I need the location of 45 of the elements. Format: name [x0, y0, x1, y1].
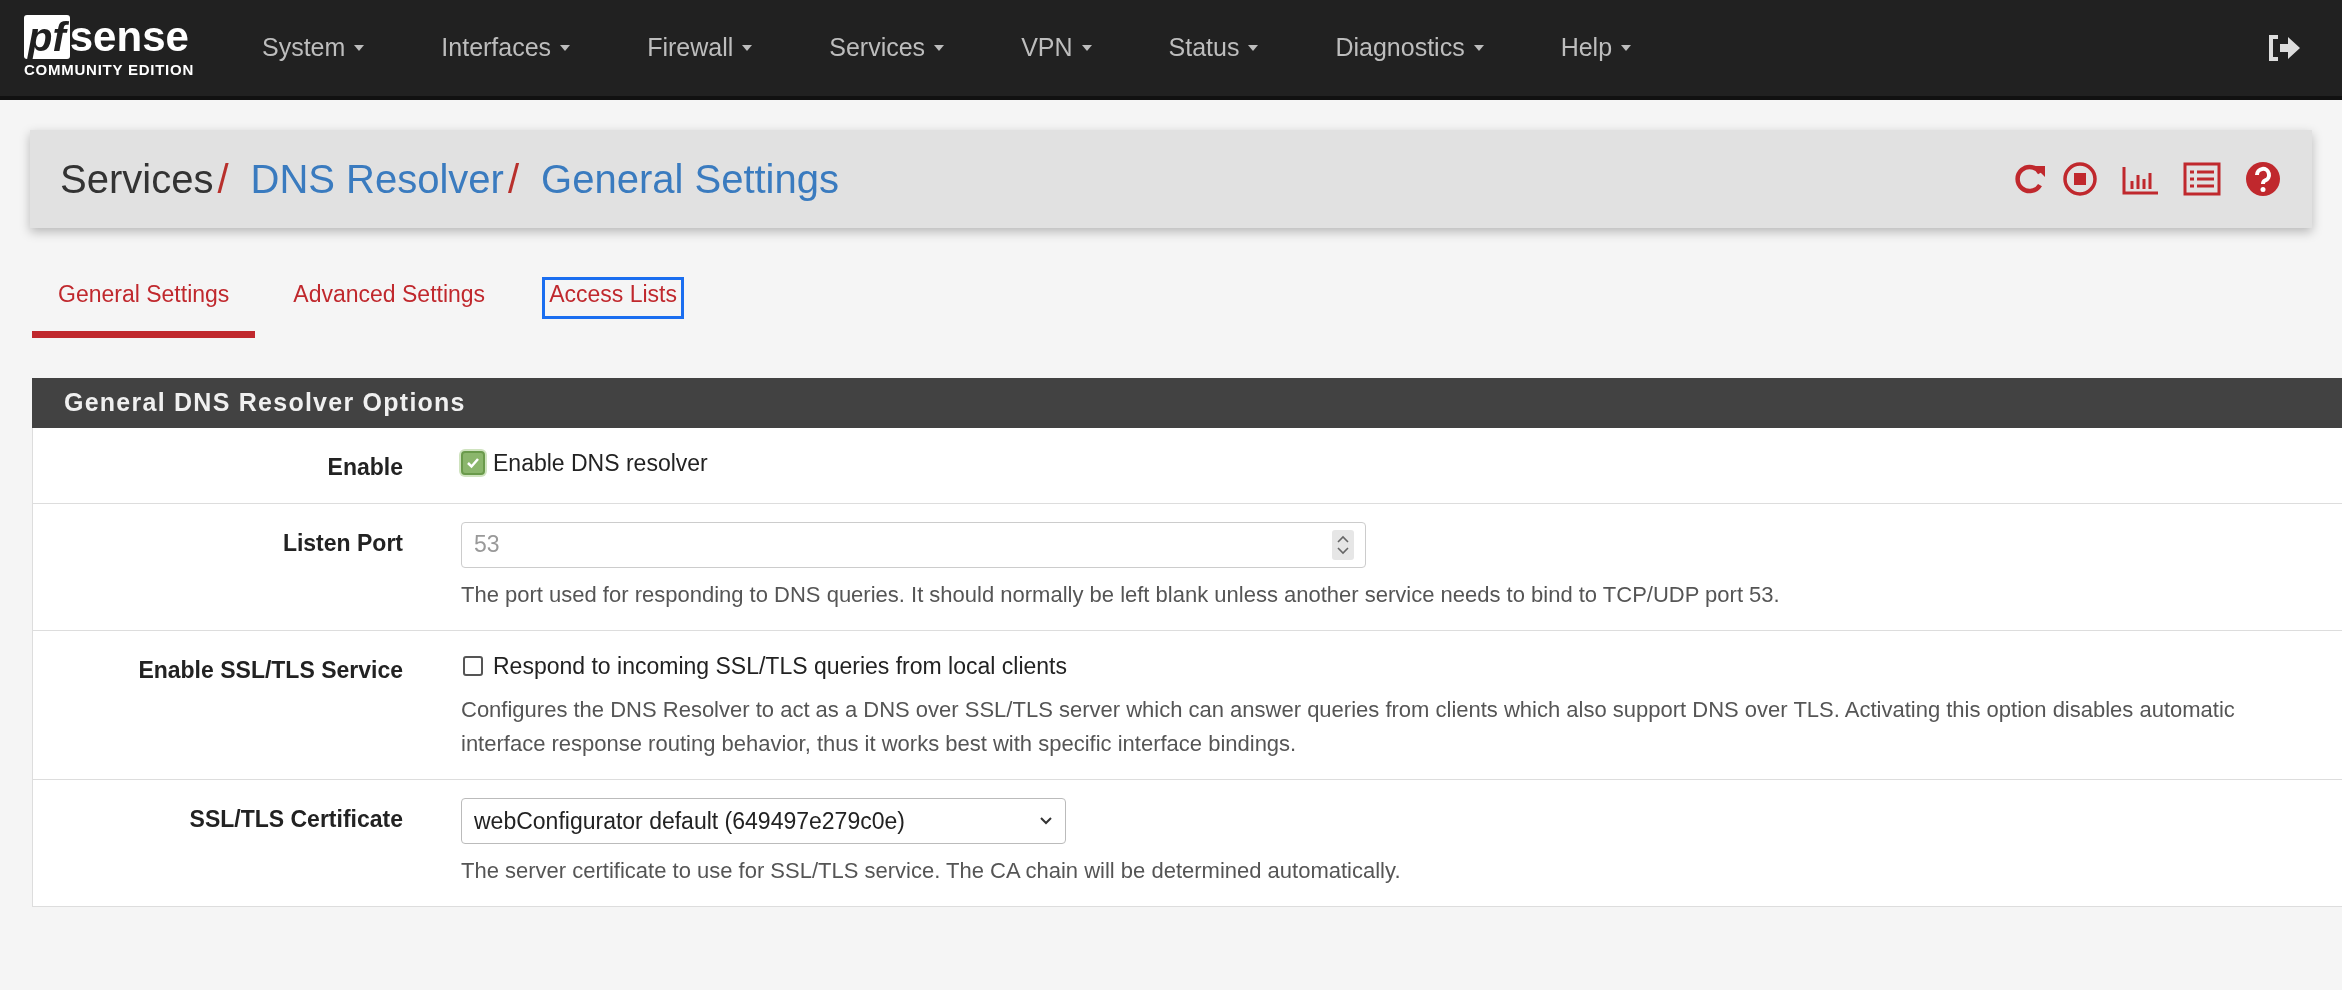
list-icon[interactable] — [2182, 161, 2222, 197]
nav-menu[interactable]: Firewall — [619, 29, 782, 67]
caret-icon — [353, 44, 366, 52]
caret-icon — [1620, 44, 1633, 52]
help-text: The server certificate to use for SSL/TLS service. The CA chain will be determined automatically. — [461, 857, 1402, 885]
breadcrumb-separator: / — [507, 156, 520, 203]
field-label: Listen Port — [282, 529, 403, 556]
checkbox-label: Respond to incoming SSL/TLS queries from local clients — [493, 651, 1067, 681]
tab[interactable]: General Settings — [32, 258, 256, 338]
logo-edition: COMMUNITY EDITION — [24, 59, 194, 80]
nav-menu[interactable]: System — [234, 29, 394, 67]
checkbox[interactable] — [461, 451, 485, 476]
nav-menu[interactable]: Help — [1532, 29, 1661, 67]
caret-icon — [1080, 44, 1093, 52]
spinner-icon[interactable] — [1332, 529, 1354, 560]
logout-icon[interactable] — [2266, 34, 2302, 62]
nav-menu[interactable]: Status — [1140, 29, 1288, 67]
help-icon[interactable] — [2244, 160, 2282, 198]
listen-port-field[interactable]: 53 — [461, 521, 1366, 568]
panel-title: General DNS Resolver Options — [64, 387, 466, 419]
breadcrumb-separator: / — [217, 156, 229, 203]
logo-mark: pf — [24, 14, 70, 59]
chevron-down-icon — [1039, 816, 1053, 826]
certificate-select[interactable]: webConfigurator default (649497e279c0e) — [461, 798, 1066, 844]
field-label: Enable SSL/TLS Service — [138, 656, 403, 683]
help-text: Configures the DNS Resolver to act as a DNS over SSL/TLS server which can answer queries from clients which also support DNS over TLS. Activating this option disables automatic interface response routing behavior, thus it works best with specific interface bindings. — [461, 696, 2236, 758]
breadcrumb-text: Services — [60, 156, 214, 203]
stop-icon[interactable] — [2062, 161, 2098, 197]
nav-menu[interactable]: Diagnostics — [1307, 29, 1513, 67]
tab[interactable]: Access Lists — [523, 258, 703, 338]
checkbox-label: Enable DNS resolver — [493, 449, 708, 478]
caret-icon — [559, 44, 572, 52]
nav-menu[interactable]: VPN — [993, 29, 1121, 67]
field-label: Enable — [327, 454, 403, 480]
checkbox[interactable] — [463, 655, 483, 676]
field-label: SSL/TLS Certificate — [189, 806, 403, 832]
caret-icon — [933, 44, 946, 52]
tab[interactable]: Advanced Settings — [267, 258, 512, 338]
logo-word: sense — [69, 14, 189, 59]
nav-menu[interactable]: Services — [801, 29, 974, 67]
caret-icon — [1247, 44, 1260, 52]
help-text: The port used for responding to DNS queries. It should normally be left blank unless another service needs to bind to TCP/UDP port 53. — [461, 580, 1781, 609]
caret-icon — [1472, 44, 1485, 52]
caret-icon — [741, 44, 754, 52]
nav-menu[interactable]: Interfaces — [413, 29, 600, 67]
